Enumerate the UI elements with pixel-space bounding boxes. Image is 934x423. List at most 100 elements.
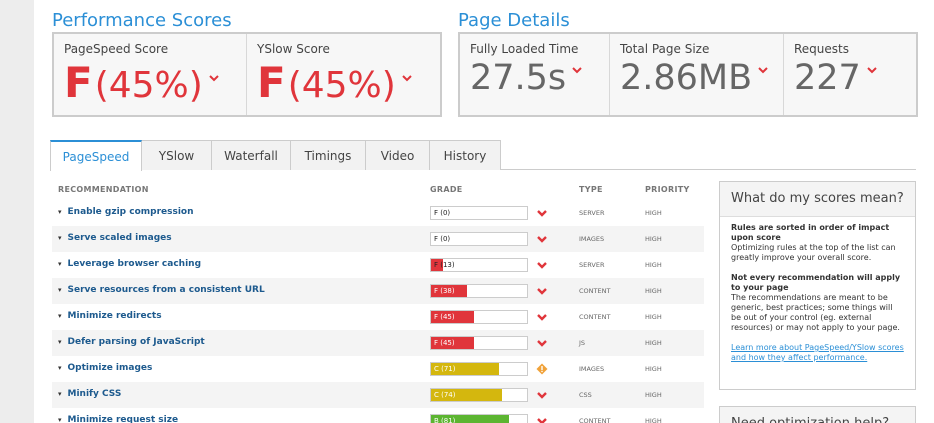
expand-triangle-icon[interactable]: ▾ xyxy=(58,338,62,346)
performance-scores-title: Performance Scores xyxy=(52,10,232,31)
page-details-title: Page Details xyxy=(458,10,570,31)
expand-triangle-icon[interactable]: ▾ xyxy=(58,312,62,320)
yslow-percent: (45%) xyxy=(287,65,396,106)
diamond-warning-icon[interactable] xyxy=(536,363,548,375)
header-grade[interactable]: GRADE xyxy=(430,185,463,194)
requests-value: 227 xyxy=(794,58,861,98)
recommendation-label: Optimize images xyxy=(67,363,153,373)
total-size-cell[interactable]: Total Page Size 2.86MB xyxy=(610,34,784,115)
table-row[interactable]: ▾ Serve resources from a consistent URL F … xyxy=(52,278,704,304)
rule-priority: HIGH xyxy=(645,261,662,269)
grade-text: C (74) xyxy=(434,391,456,399)
chevron-down-icon[interactable] xyxy=(536,389,548,401)
recommendation-name[interactable]: ▾ Serve scaled images xyxy=(58,233,172,243)
chevron-down-icon[interactable] xyxy=(536,285,548,297)
learn-more-link[interactable]: Learn more about PageSpeed/YSlow scores … xyxy=(731,343,904,363)
page-details-box: Fully Loaded Time 27.5s Total Page Size … xyxy=(458,32,918,117)
grade-bar: F (0) xyxy=(430,232,528,246)
scores-help-text-2: The recommendations are meant to be gene… xyxy=(731,293,900,332)
rule-priority: HIGH xyxy=(645,365,662,373)
recommendation-name[interactable]: ▾ Optimize images xyxy=(58,363,152,373)
recommendation-name[interactable]: ▾ Minimize request size xyxy=(58,415,178,423)
recommendation-label: Defer parsing of JavaScript xyxy=(67,337,205,347)
chevron-down-icon[interactable] xyxy=(536,207,548,219)
table-row[interactable]: ▾ Enable gzip compression F (0) SERVER HIGH xyxy=(52,200,704,226)
scores-help-heading-2: Not every recommendation will apply to y… xyxy=(731,273,901,292)
rule-priority: HIGH xyxy=(645,235,662,243)
recommendation-label: Enable gzip compression xyxy=(67,207,194,217)
chevron-down-icon xyxy=(209,73,219,83)
recommendation-label: Minimize redirects xyxy=(67,311,162,321)
recommendation-name[interactable]: ▾ Serve resources from a consistent URL xyxy=(58,285,265,295)
grade-text: F (45) xyxy=(434,339,455,347)
table-row[interactable]: ▾ Defer parsing of JavaScript F (45) JS HIGH xyxy=(52,330,704,356)
tab-yslow[interactable]: YSlow xyxy=(141,140,212,170)
tab-history[interactable]: History xyxy=(429,140,501,170)
recommendation-name[interactable]: ▾ Defer parsing of JavaScript xyxy=(58,337,205,347)
recommendation-name[interactable]: ▾ Minify CSS xyxy=(58,389,121,399)
expand-triangle-icon[interactable]: ▾ xyxy=(58,234,62,242)
grade-bar: C (74) xyxy=(430,388,528,402)
rule-type: JS xyxy=(579,339,586,347)
rule-priority: HIGH xyxy=(645,287,662,295)
chevron-down-icon[interactable] xyxy=(536,233,548,245)
rule-type: CONTENT xyxy=(579,313,611,321)
grade-bar: F (0) xyxy=(430,206,528,220)
pagespeed-score-cell[interactable]: PageSpeed Score F (45%) xyxy=(54,34,247,115)
expand-triangle-icon[interactable]: ▾ xyxy=(58,208,62,216)
recommendation-name[interactable]: ▾ Enable gzip compression xyxy=(58,207,194,217)
chevron-down-icon[interactable] xyxy=(536,259,548,271)
total-size-label: Total Page Size xyxy=(620,42,710,56)
rule-priority: HIGH xyxy=(645,209,662,217)
tab-pagespeed[interactable]: PageSpeed xyxy=(50,140,142,171)
fully-loaded-cell[interactable]: Fully Loaded Time 27.5s xyxy=(460,34,610,115)
expand-triangle-icon[interactable]: ▾ xyxy=(58,364,62,372)
grade-bar: F (13) xyxy=(430,258,528,272)
rule-type: IMAGES xyxy=(579,235,605,243)
tab-waterfall[interactable]: Waterfall xyxy=(211,140,291,170)
chevron-down-icon[interactable] xyxy=(536,337,548,349)
requests-label: Requests xyxy=(794,42,849,56)
pagespeed-grade: F xyxy=(64,58,93,107)
table-row[interactable]: ▾ Minimize redirects F (45) CONTENT HIGH xyxy=(52,304,704,330)
rule-type: SERVER xyxy=(579,209,605,217)
grade-text: F (38) xyxy=(434,287,455,295)
recommendation-name[interactable]: ▾ Minimize redirects xyxy=(58,311,162,321)
yslow-grade: F xyxy=(257,58,286,107)
requests-cell[interactable]: Requests 227 xyxy=(784,34,916,115)
yslow-score-label: YSlow Score xyxy=(257,42,330,56)
chevron-down-icon xyxy=(402,73,412,83)
table-row[interactable]: ▾ Minify CSS C (74) CSS HIGH xyxy=(52,382,704,408)
grade-text: C (71) xyxy=(434,365,456,373)
grade-text: F (13) xyxy=(434,261,455,269)
recommendation-name[interactable]: ▾ Leverage browser caching xyxy=(58,259,201,269)
expand-triangle-icon[interactable]: ▾ xyxy=(58,390,62,398)
recommendation-label: Serve scaled images xyxy=(67,233,172,243)
report-tabs: PageSpeed YSlow Waterfall Timings Video … xyxy=(50,140,916,171)
table-row[interactable]: ▾ Leverage browser caching F (13) SERVER HIG… xyxy=(52,252,704,278)
grade-text: F (45) xyxy=(434,313,455,321)
rule-priority: HIGH xyxy=(645,391,662,399)
optimization-help-box: Need optimization help? xyxy=(719,406,916,423)
rule-type: CSS xyxy=(579,391,592,399)
chevron-down-icon[interactable] xyxy=(536,311,548,323)
expand-triangle-icon[interactable]: ▾ xyxy=(58,286,62,294)
expand-triangle-icon[interactable]: ▾ xyxy=(58,260,62,268)
table-row[interactable]: ▾ Minimize request size B (81) CONTENT HIGH xyxy=(52,408,704,423)
header-recommendation[interactable]: RECOMMENDATION xyxy=(58,185,149,194)
grade-text: B (81) xyxy=(434,417,456,423)
tab-timings[interactable]: Timings xyxy=(290,140,366,170)
recommendation-label: Minify CSS xyxy=(67,389,122,399)
grade-bar: F (38) xyxy=(430,284,528,298)
header-type[interactable]: TYPE xyxy=(579,185,603,194)
table-row[interactable]: ▾ Serve scaled images F (0) IMAGES HIGH xyxy=(52,226,704,252)
grade-text: F (0) xyxy=(434,209,451,217)
table-row[interactable]: ▾ Optimize images C (71) IMAGES HIGH xyxy=(52,356,704,382)
grade-text: F (0) xyxy=(434,235,451,243)
performance-scores-box: PageSpeed Score F (45%) YSlow Score F (4… xyxy=(52,32,442,117)
expand-triangle-icon[interactable]: ▾ xyxy=(58,416,62,423)
header-priority[interactable]: PRIORITY xyxy=(645,185,690,194)
tab-video[interactable]: Video xyxy=(365,140,430,170)
chevron-down-icon[interactable] xyxy=(536,415,548,423)
yslow-score-cell[interactable]: YSlow Score F (45%) xyxy=(247,34,440,115)
